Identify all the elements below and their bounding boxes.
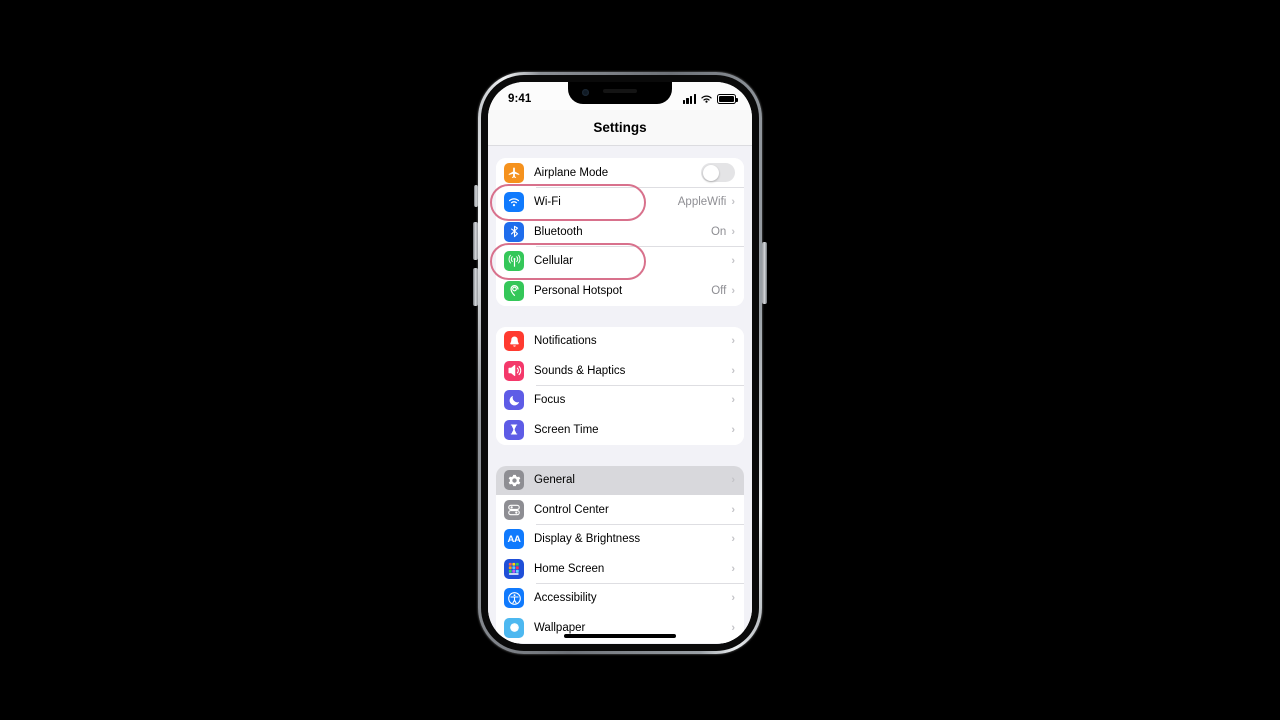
chevron-right-icon: › bbox=[731, 335, 735, 348]
row-label: General bbox=[534, 474, 575, 487]
accessibility-icon bbox=[504, 588, 524, 609]
settings-row-personal-hotspot[interactable]: Personal Hotspot Off › bbox=[496, 276, 744, 306]
app-grid-icon bbox=[504, 558, 524, 579]
hotspot-icon bbox=[504, 280, 524, 301]
row-label: Sounds & Haptics bbox=[534, 364, 626, 377]
chevron-right-icon: › bbox=[731, 621, 735, 634]
row-label: Home Screen bbox=[534, 562, 605, 575]
row-value: On bbox=[710, 225, 727, 238]
chevron-right-icon: › bbox=[731, 364, 735, 377]
cellular-bars-icon bbox=[682, 94, 696, 104]
screenshot-canvas: 9:41 Settings Airplane Mode Wi-Fi AppleW… bbox=[0, 0, 1280, 720]
row-value: Off bbox=[711, 284, 727, 297]
bluetooth-icon bbox=[504, 221, 524, 242]
settings-group-connectivity: Airplane Mode Wi-Fi AppleWifi › Bluetooth On ›… bbox=[496, 158, 744, 306]
settings-row-control-center[interactable]: Control Center › bbox=[496, 495, 744, 525]
bell-icon bbox=[504, 331, 524, 352]
settings-row-cellular[interactable]: Cellular › bbox=[496, 246, 744, 276]
wallpaper-icon bbox=[504, 617, 524, 638]
airplane-mode-toggle[interactable] bbox=[701, 163, 735, 183]
hourglass-icon bbox=[504, 419, 524, 440]
home-indicator[interactable] bbox=[564, 634, 676, 638]
row-label: Personal Hotspot bbox=[534, 284, 623, 297]
sliders-icon bbox=[504, 499, 524, 520]
settings-row-sounds-haptics[interactable]: Sounds & Haptics › bbox=[496, 356, 744, 386]
power-button[interactable] bbox=[762, 242, 767, 304]
row-label: Airplane Mode bbox=[534, 166, 609, 179]
row-label: Notifications bbox=[534, 335, 597, 348]
airplane-icon bbox=[504, 162, 524, 183]
settings-group-alerts: Notifications › Sounds & Haptics › Focus › Scr… bbox=[496, 326, 744, 445]
chevron-right-icon: › bbox=[731, 592, 735, 605]
row-label: Control Center bbox=[534, 503, 609, 516]
status-bar-time: 9:41 bbox=[508, 93, 532, 105]
row-label: Wallpaper bbox=[534, 621, 586, 634]
settings-list[interactable]: Airplane Mode Wi-Fi AppleWifi › Bluetooth On ›… bbox=[488, 146, 752, 644]
row-label: Display & Brightness bbox=[534, 533, 641, 546]
chevron-right-icon: › bbox=[731, 533, 735, 546]
earpiece-speaker bbox=[603, 89, 637, 93]
chevron-right-icon: › bbox=[731, 394, 735, 407]
settings-row-display-brightness[interactable]: AA Display & Brightness › bbox=[496, 524, 744, 554]
phone-screen: 9:41 Settings Airplane Mode Wi-Fi AppleW… bbox=[488, 82, 752, 644]
settings-row-accessibility[interactable]: Accessibility › bbox=[496, 583, 744, 613]
settings-row-wi-fi[interactable]: Wi-Fi AppleWifi › bbox=[496, 187, 744, 217]
chevron-right-icon: › bbox=[731, 225, 735, 238]
moon-icon bbox=[504, 390, 524, 411]
row-label: Bluetooth bbox=[534, 225, 583, 238]
toggle-knob bbox=[702, 164, 719, 181]
chevron-right-icon: › bbox=[731, 562, 735, 575]
front-camera-icon bbox=[582, 89, 589, 96]
settings-row-focus[interactable]: Focus › bbox=[496, 385, 744, 415]
status-bar-indicators bbox=[682, 94, 738, 104]
chevron-right-icon: › bbox=[731, 503, 735, 516]
settings-group-system: General › Control Center › AA Display & Brigh… bbox=[496, 465, 744, 643]
settings-row-general[interactable]: General › bbox=[496, 465, 744, 495]
cellular-antenna-icon bbox=[504, 251, 524, 272]
chevron-right-icon: › bbox=[731, 474, 735, 487]
row-label: Accessibility bbox=[534, 592, 597, 605]
page-title: Settings bbox=[593, 120, 647, 135]
row-label: Cellular bbox=[534, 255, 573, 268]
wifi-icon bbox=[701, 95, 712, 103]
settings-row-home-screen[interactable]: Home Screen › bbox=[496, 554, 744, 584]
row-label: Focus bbox=[534, 394, 566, 407]
settings-row-bluetooth[interactable]: Bluetooth On › bbox=[496, 217, 744, 247]
settings-row-notifications[interactable]: Notifications › bbox=[496, 326, 744, 356]
chevron-right-icon: › bbox=[731, 284, 735, 297]
chevron-right-icon: › bbox=[731, 255, 735, 268]
battery-full-icon bbox=[717, 94, 738, 104]
speaker-icon bbox=[504, 360, 524, 381]
navigation-bar: Settings bbox=[488, 110, 752, 146]
row-label: Wi-Fi bbox=[534, 196, 561, 209]
phone-frame: 9:41 Settings Airplane Mode Wi-Fi AppleW… bbox=[478, 72, 762, 654]
notch bbox=[568, 82, 672, 104]
wifi-icon bbox=[504, 192, 524, 213]
chevron-right-icon: › bbox=[731, 196, 735, 209]
chevron-right-icon: › bbox=[731, 423, 735, 436]
gear-icon bbox=[504, 470, 524, 491]
text-size-icon: AA bbox=[504, 529, 524, 550]
settings-row-screen-time[interactable]: Screen Time › bbox=[496, 415, 744, 445]
row-value: AppleWifi bbox=[677, 196, 727, 209]
settings-row-airplane-mode[interactable]: Airplane Mode bbox=[496, 158, 744, 188]
row-label: Screen Time bbox=[534, 423, 599, 436]
settings-row-wallpaper[interactable]: Wallpaper › bbox=[496, 613, 744, 643]
